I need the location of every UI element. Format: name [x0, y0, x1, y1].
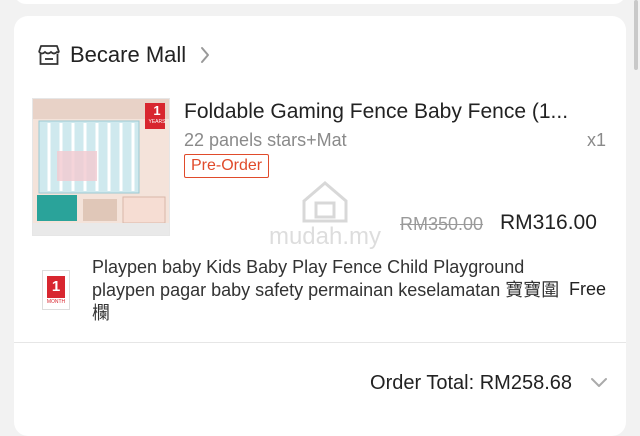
- product-price: RM316.00: [500, 211, 597, 234]
- chevron-right-icon: [200, 44, 214, 66]
- divider: [14, 342, 626, 343]
- shop-header[interactable]: Becare Mall: [36, 42, 214, 68]
- original-price: RM350.00: [400, 214, 484, 234]
- storefront-icon: [36, 42, 62, 68]
- scrollbar[interactable]: [634, 0, 638, 70]
- thumbnail-badge-year: 1: [153, 103, 161, 118]
- order-card: Becare Mall 1 YEARS Foldable Gaming Fenc…: [14, 16, 626, 436]
- watermark-logo-icon: [302, 181, 348, 223]
- product-title[interactable]: Foldable Gaming Fence Baby Fence (1...: [184, 100, 614, 124]
- previous-card: [14, 0, 626, 4]
- chevron-down-icon[interactable]: [590, 376, 608, 390]
- watermark-text: mudah.my: [268, 223, 382, 250]
- product-quantity: x1: [586, 130, 606, 150]
- gift-badge-label: MONTH: [46, 298, 66, 305]
- order-total[interactable]: Order Total: RM258.68: [370, 372, 572, 395]
- thumbnail-badge-label: YEARS: [148, 119, 166, 125]
- gift-description: Playpen baby Kids Baby Play Fence Child …: [92, 257, 560, 323]
- product-variant: 22 panels stars+Mat: [184, 130, 347, 150]
- gift-thumbnail[interactable]: 1 MONTH: [42, 270, 70, 310]
- shop-name: Becare Mall: [70, 42, 187, 67]
- gift-price: Free: [568, 279, 606, 299]
- gift-badge-number: 1: [51, 278, 61, 295]
- product-thumbnail[interactable]: 1 YEARS: [32, 98, 170, 236]
- watermark: mudah.my: [260, 171, 390, 266]
- preorder-badge: Pre-Order: [184, 154, 270, 178]
